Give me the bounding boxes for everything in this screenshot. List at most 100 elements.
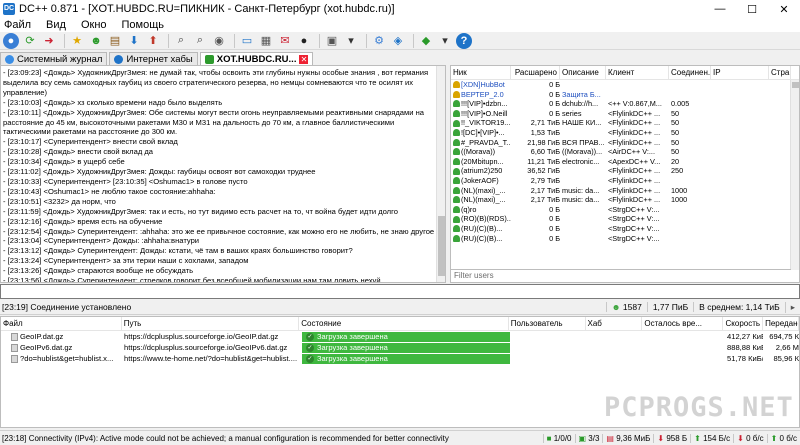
user-row[interactable]: ![DC]•[VIP]•... 1,53 ТиБ <FlylinkDC++ ... 5… xyxy=(451,128,799,138)
user-list-scrollbar[interactable] xyxy=(790,80,799,270)
transfer-state: ✓ Загрузка завершена xyxy=(300,342,510,353)
menu-help[interactable]: Помощь xyxy=(122,19,165,31)
chat-scrollbar[interactable] xyxy=(436,66,445,282)
user-row[interactable]: (RU)(C)(B)... 0 Б <StrgDC++ V:... xyxy=(451,224,799,234)
user-row[interactable]: ВЕРТЕР_2.0 0 Б Защита Б... xyxy=(451,90,799,100)
user-row[interactable]: ((Morava)) 6,60 ТиБ ((Morava))... <AirDC++ … xyxy=(451,147,799,157)
user-row[interactable]: (RO)(B)(RDS)... 0 Б <StrgDC++ V:... xyxy=(451,214,799,224)
user-nick: (RO)(B)(RDS)... xyxy=(451,214,511,224)
column-client[interactable]: Клиент xyxy=(606,66,669,79)
transfer-row[interactable]: GeoIP.dat.gz https://dcplusplus.sourcefor… xyxy=(9,331,799,342)
speed-limit: ▤ 9,36 МиБ xyxy=(602,433,653,443)
column-time-left[interactable]: Осталось вре... xyxy=(642,317,724,330)
maximize-button[interactable]: ☐ xyxy=(736,0,768,18)
netstat-icon[interactable]: ● xyxy=(296,33,312,49)
chat-log[interactable]: - [23:09:23] <Дождь> ХудожникДругЗмея: н… xyxy=(0,65,446,283)
connectivity-status: [23:18] Connectivity (IPv4): Active mode… xyxy=(2,433,449,443)
settings-icon[interactable]: ▣ xyxy=(324,33,340,49)
user-row[interactable]: (RU)(C)(B)... 0 Б <StrgDC++ V:... xyxy=(451,234,799,244)
gear-icon[interactable]: ⚙ xyxy=(371,33,387,49)
favorite-users-icon[interactable]: ☻ xyxy=(88,33,104,49)
user-row[interactable]: (atrium2)250 36,52 ГиБ <FlylinkDC++ ... 250 xyxy=(451,166,799,176)
tab-system-log[interactable]: Системный журнал xyxy=(0,52,108,65)
user-desc: ВСЯ ПРАВ... xyxy=(562,137,605,147)
toolbar-separator xyxy=(234,33,235,48)
help-icon[interactable]: ? xyxy=(456,32,472,49)
user-row[interactable]: !!![VIP]•O.Neill 0 Бseries <FlylinkDC++ ..… xyxy=(451,109,799,119)
finished-icon[interactable]: ⬇ xyxy=(126,33,142,49)
column-hub[interactable]: Хаб xyxy=(586,317,643,330)
menu-view[interactable]: Вид xyxy=(46,19,66,31)
tab-hub[interactable]: XOT.HUBDC.RU... ✕ xyxy=(199,52,314,65)
message-input[interactable] xyxy=(0,284,800,299)
column-state[interactable]: Состояние xyxy=(299,317,509,330)
chat-message: - [23:11:02] <Дождь> ХудожникДругЗмея: Д… xyxy=(3,167,316,177)
user-ip xyxy=(711,99,769,109)
user-row[interactable]: #_PRAVDA_T... 21,98 ГиБ ВСЯ ПРАВ... <Flylin… xyxy=(451,138,799,148)
column-ip[interactable]: IP xyxy=(711,66,769,79)
menu-file[interactable]: Файл xyxy=(4,19,31,31)
column-country[interactable]: Стра xyxy=(769,66,791,79)
user-icon xyxy=(453,186,460,194)
adl-search-icon[interactable]: ⌕ xyxy=(192,33,208,49)
filter-users-input[interactable]: Filter users xyxy=(451,269,791,282)
transfer-row[interactable]: GeoIPv6.dat.gz https://dcplusplus.sourcef… xyxy=(9,342,799,353)
follow-redirect-icon[interactable]: ➜ xyxy=(41,33,57,49)
scroll-thumb[interactable] xyxy=(438,216,445,276)
user-icon xyxy=(453,138,460,146)
user-client: <StrgDC++ V:... xyxy=(608,214,660,224)
user-row[interactable]: (NL)(maxi)_... 2,17 ТиБ music: da... <Flyli… xyxy=(451,186,799,196)
user-conn xyxy=(669,176,711,186)
network-icon[interactable]: ◆ xyxy=(418,33,434,49)
progress-bar: ✓ Загрузка завершена xyxy=(302,342,510,353)
user-row[interactable]: (20Mbitupn... 11,21 ТиБ electronic... <Apex… xyxy=(451,157,799,167)
user-row[interactable]: !!_VIKTOR19... 2,71 ТиБ НАШЕ КИ... <Flylink… xyxy=(451,118,799,128)
limit-icon: ▤ xyxy=(606,433,614,443)
connect-icon[interactable]: ● xyxy=(3,32,19,49)
user-row[interactable]: !!![VIP]•dzbn... 0 Бdchub://h... <++ V:0.8… xyxy=(451,99,799,109)
column-share[interactable]: Расшарено xyxy=(511,66,560,79)
reconnect-icon[interactable]: ⟳ xyxy=(22,33,38,49)
transfer-row[interactable]: ?do=hublist&get=hublist.x... https://www.… xyxy=(9,353,799,364)
user-row[interactable]: (q)ro 0 Б <StrgDC++ V:... xyxy=(451,205,799,215)
close-tab-icon[interactable]: ✕ xyxy=(299,54,309,64)
column-user[interactable]: Пользователь xyxy=(509,317,586,330)
column-speed[interactable]: Скорость xyxy=(723,317,764,330)
user-row[interactable]: [XDN]HubBot 0 Б xyxy=(451,80,799,90)
column-transferred[interactable]: Передано xyxy=(763,317,799,330)
column-description[interactable]: Описание xyxy=(560,66,606,79)
column-connection[interactable]: Соединен... xyxy=(669,66,711,79)
transfer-file-name: ?do=hublist&get=hublist.x... xyxy=(20,354,114,363)
search-icon[interactable]: ⌕ xyxy=(173,33,189,49)
transfer-empty-cells xyxy=(510,331,725,342)
search-spy-icon[interactable]: ◉ xyxy=(211,33,227,49)
user-count: ☻ 1587 xyxy=(605,302,647,312)
chat-message: - [23:13:04] <Суперинтендент> Дожды: :ah… xyxy=(3,236,200,246)
transfer-file: GeoIP.dat.gz xyxy=(9,331,122,342)
transfer-file-name: GeoIP.dat.gz xyxy=(20,332,64,341)
column-file[interactable]: Файл xyxy=(1,317,122,330)
user-share: 0 Б xyxy=(549,204,560,214)
close-button[interactable]: ✕ xyxy=(768,0,800,18)
user-row[interactable]: (JokerAOF) 2,79 ТиБ <FlylinkDC++ ... xyxy=(451,176,799,186)
favorites-icon[interactable]: ★ xyxy=(69,33,85,49)
toggle-userlist-icon[interactable]: ▸ xyxy=(784,301,800,313)
chevron-down-icon[interactable]: ▾ xyxy=(437,33,453,49)
plugins-icon[interactable]: ◈ xyxy=(390,33,406,49)
scroll-thumb[interactable] xyxy=(792,82,799,88)
notepad-icon[interactable]: ▭ xyxy=(239,33,255,49)
queue-icon[interactable]: ▤ xyxy=(107,33,123,49)
upload-queue-icon[interactable]: ⬆ xyxy=(145,33,161,49)
menu-window[interactable]: Окно xyxy=(81,19,107,31)
user-list: Ник Расшарено Описание Клиент Соединен..… xyxy=(450,65,800,283)
column-nick[interactable]: Ник xyxy=(451,66,511,79)
tab-public-hubs[interactable]: Интернет хабы xyxy=(109,52,198,65)
minimize-button[interactable]: — xyxy=(704,0,736,18)
hash-progress-icon[interactable]: ▾ xyxy=(343,33,359,49)
open-file-list-icon[interactable]: ✉ xyxy=(277,33,293,49)
user-row[interactable]: (NL)(maxi)_... 2,17 ТиБ music: da... <Flyli… xyxy=(451,195,799,205)
user-share: 1,53 ТиБ xyxy=(530,127,560,137)
system-log-icon[interactable]: ▦ xyxy=(258,33,274,49)
hub-counts: ■ 1/0/0 xyxy=(542,433,575,443)
column-path[interactable]: Путь xyxy=(122,317,300,330)
